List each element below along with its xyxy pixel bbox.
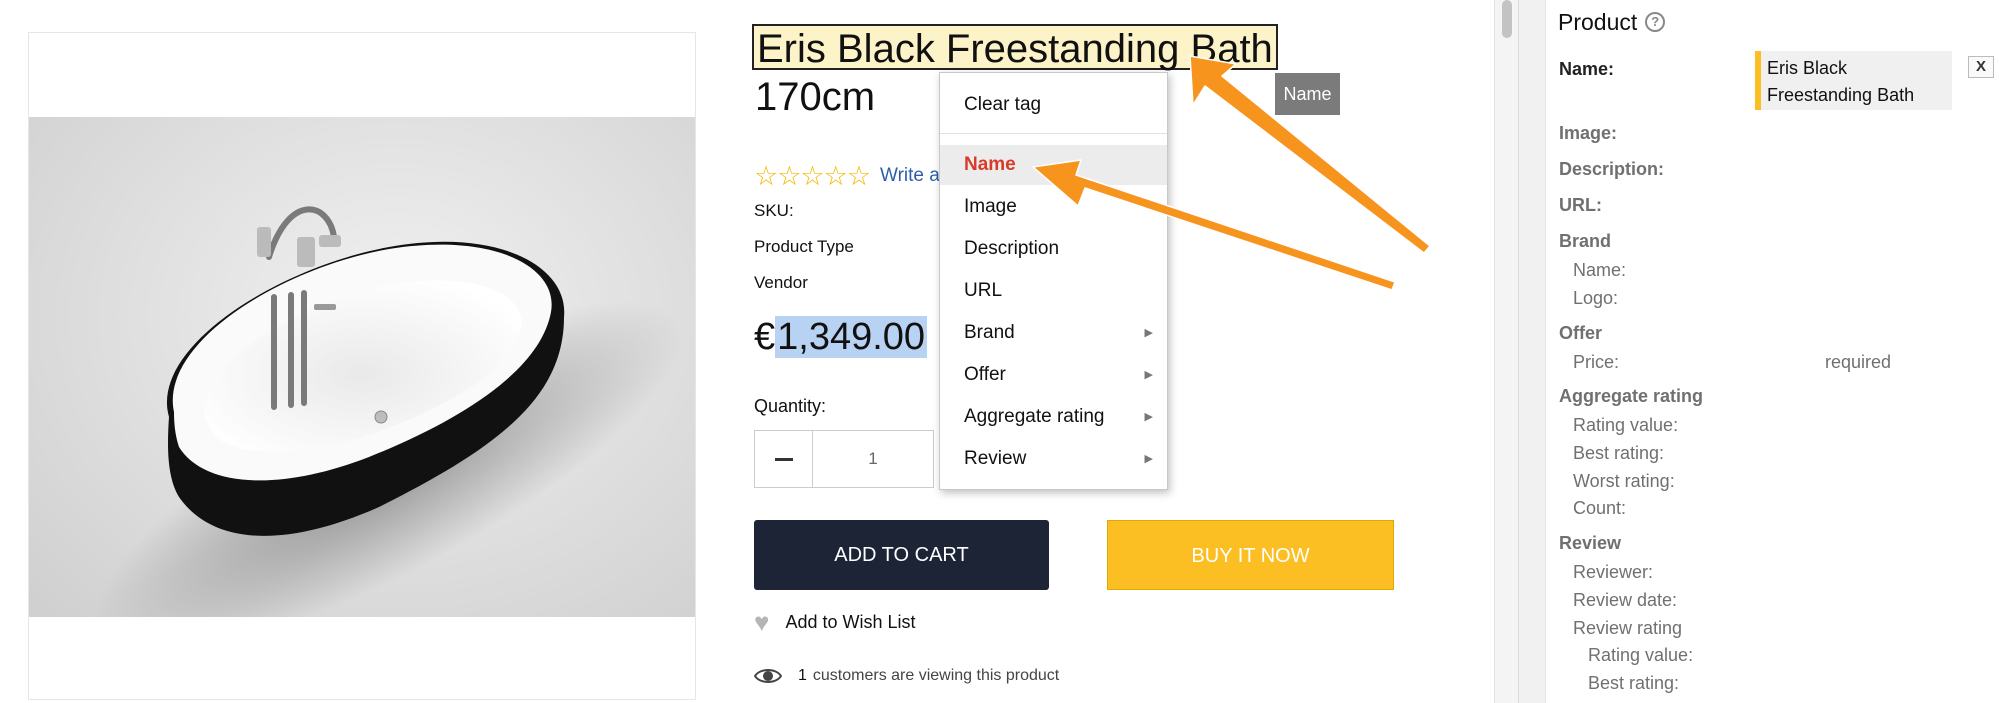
sku-label: SKU: (754, 201, 794, 220)
field-label-worst-rating: Worst rating: (1573, 471, 1675, 491)
menu-item-offer[interactable]: Offer ▶ (940, 355, 1167, 395)
name-tag-badge: Name (1275, 73, 1340, 115)
menu-item-review[interactable]: Review ▶ (940, 439, 1167, 479)
field-label-image: Image: (1559, 123, 1618, 143)
submenu-arrow-icon: ▶ (1144, 327, 1153, 339)
quantity-input[interactable]: 1 (813, 431, 933, 487)
field-label-offer-price: Price: (1573, 352, 1620, 372)
submenu-arrow-icon: ▶ (1144, 411, 1153, 423)
field-label-rating-value: Rating value: (1573, 415, 1679, 435)
product-image[interactable] (29, 117, 695, 617)
field-label-review-rating-value: Rating value: (1588, 645, 1694, 665)
vendor-label: Vendor (754, 273, 808, 292)
panel-title: Product ? (1558, 8, 1666, 36)
field-label-url: URL: (1559, 195, 1602, 215)
field-label-description: Description: (1559, 159, 1665, 179)
menu-item-offer-label: Offer (964, 364, 1006, 385)
eye-icon (754, 669, 782, 683)
menu-item-review-label: Review (964, 448, 1027, 469)
add-to-cart-button[interactable]: ADD TO CART (754, 520, 1049, 590)
viewing-count: 1 (798, 667, 807, 684)
help-icon[interactable]: ? (1645, 12, 1666, 32)
product-title-tagged[interactable]: Eris Black Freestanding Bath (752, 24, 1278, 71)
heart-icon: ♥ (754, 607, 770, 637)
field-label-review-rating: Review rating (1573, 618, 1683, 638)
product-price[interactable]: €1,349.00 (754, 314, 928, 360)
rating-stars[interactable]: ☆☆☆☆☆ (754, 162, 871, 190)
minus-icon (774, 457, 793, 461)
section-offer: Offer (1559, 323, 1603, 343)
menu-item-brand-label: Brand (964, 322, 1015, 343)
submenu-arrow-icon: ▶ (1144, 453, 1153, 465)
section-brand: Brand (1559, 231, 1612, 251)
field-label-review-best-rating: Best rating: (1588, 673, 1680, 693)
write-review-link[interactable]: Write a review (880, 164, 942, 188)
menu-item-image[interactable]: Image (940, 187, 1167, 227)
field-label-name: Name: (1559, 59, 1615, 79)
page-scrollbar[interactable] (1494, 0, 1518, 703)
currency-symbol: € (754, 316, 776, 358)
scrollbar-thumb[interactable] (1502, 0, 1512, 38)
clear-name-button[interactable]: X (1968, 56, 1994, 78)
panel-title-text: Product (1558, 9, 1638, 35)
viewing-text: customers are viewing this product (812, 667, 1060, 684)
price-value-selected[interactable]: 1,349.00 (775, 316, 928, 358)
menu-item-name[interactable]: Name (940, 145, 1167, 185)
menu-item-clear-tag[interactable]: Clear tag (940, 85, 1167, 125)
decrease-quantity-button[interactable] (755, 431, 813, 487)
menu-item-aggregate-rating[interactable]: Aggregate rating ▶ (940, 397, 1167, 437)
menu-divider (940, 133, 1167, 134)
product-type-label: Product Type (754, 237, 854, 256)
menu-item-url[interactable]: URL (940, 271, 1167, 311)
panel-divider (1518, 0, 1546, 703)
wishlist-label: Add to Wish List (785, 612, 916, 632)
field-label-brand-name: Name: (1573, 260, 1627, 280)
product-title-continued: 170cm (755, 75, 876, 119)
section-aggregate-rating: Aggregate rating (1559, 386, 1704, 406)
tag-context-menu[interactable]: Clear tag Name Image Description URL Bra… (939, 72, 1168, 490)
schema-panel: Product ? Name: Eris Black Freestanding … (1546, 0, 1999, 703)
submenu-arrow-icon: ▶ (1144, 369, 1153, 381)
field-value-name[interactable]: Eris Black Freestanding Bath (1755, 51, 1952, 110)
buy-it-now-button[interactable]: BUY IT NOW (1107, 520, 1394, 590)
product-image-frame[interactable] (28, 32, 696, 700)
menu-item-description[interactable]: Description (940, 229, 1167, 269)
required-indicator: required (1825, 352, 1892, 372)
viewing-notice: 1 customers are viewing this product (754, 665, 1059, 687)
field-label-brand-logo: Logo: (1573, 288, 1619, 308)
quantity-label: Quantity: (754, 396, 827, 416)
field-label-best-rating: Best rating: (1573, 443, 1665, 463)
quantity-stepper[interactable]: 1 (754, 430, 934, 488)
menu-item-aggregate-rating-label: Aggregate rating (964, 406, 1105, 427)
bathtub-image (94, 206, 684, 617)
section-review: Review (1559, 533, 1622, 553)
field-label-review-date: Review date: (1573, 590, 1678, 610)
field-label-count: Count: (1573, 498, 1627, 518)
field-label-reviewer: Reviewer: (1573, 562, 1654, 582)
add-to-wishlist-link[interactable]: ♥ Add to Wish List (754, 607, 916, 637)
menu-item-brand[interactable]: Brand ▶ (940, 313, 1167, 353)
